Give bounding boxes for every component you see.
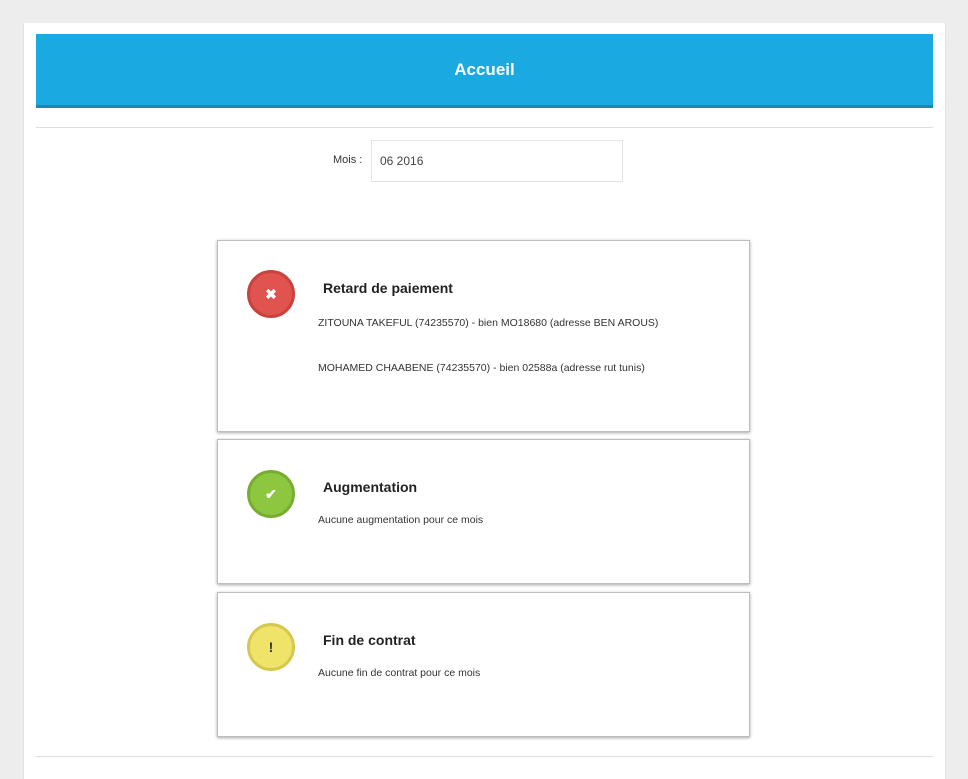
header-divider bbox=[36, 127, 933, 128]
main-panel: Accueil Mois : ✖ Retard de paiement ZITO… bbox=[23, 23, 946, 779]
card-title: Augmentation bbox=[323, 479, 418, 495]
card-augmentation: ✔ Augmentation Aucune augmentation pour … bbox=[217, 439, 750, 584]
page-header: Accueil bbox=[36, 34, 933, 108]
card-title: Retard de paiement bbox=[323, 280, 453, 296]
augmentation-message: Aucune augmentation pour ce mois bbox=[318, 514, 484, 526]
card-late-payment: ✖ Retard de paiement ZITOUNA TAKEFUL (74… bbox=[217, 240, 750, 432]
check-icon: ✔ bbox=[247, 470, 295, 518]
exclamation-icon: ! bbox=[247, 623, 295, 671]
month-label: Mois : bbox=[333, 154, 363, 166]
page-title: Accueil bbox=[454, 59, 515, 79]
card-title: Fin de contrat bbox=[323, 632, 416, 648]
footer-divider bbox=[36, 756, 933, 757]
month-input[interactable] bbox=[371, 140, 623, 182]
card-end-of-contract: ! Fin de contrat Aucune fin de contrat p… bbox=[217, 592, 750, 737]
close-icon: ✖ bbox=[247, 270, 295, 318]
late-payment-item: MOHAMED CHAABENE (74235570) - bien 02588… bbox=[318, 362, 645, 374]
month-filter: Mois : bbox=[24, 140, 945, 184]
late-payment-item: ZITOUNA TAKEFUL (74235570) - bien MO1868… bbox=[318, 317, 659, 329]
end-of-contract-message: Aucune fin de contrat pour ce mois bbox=[318, 667, 481, 679]
